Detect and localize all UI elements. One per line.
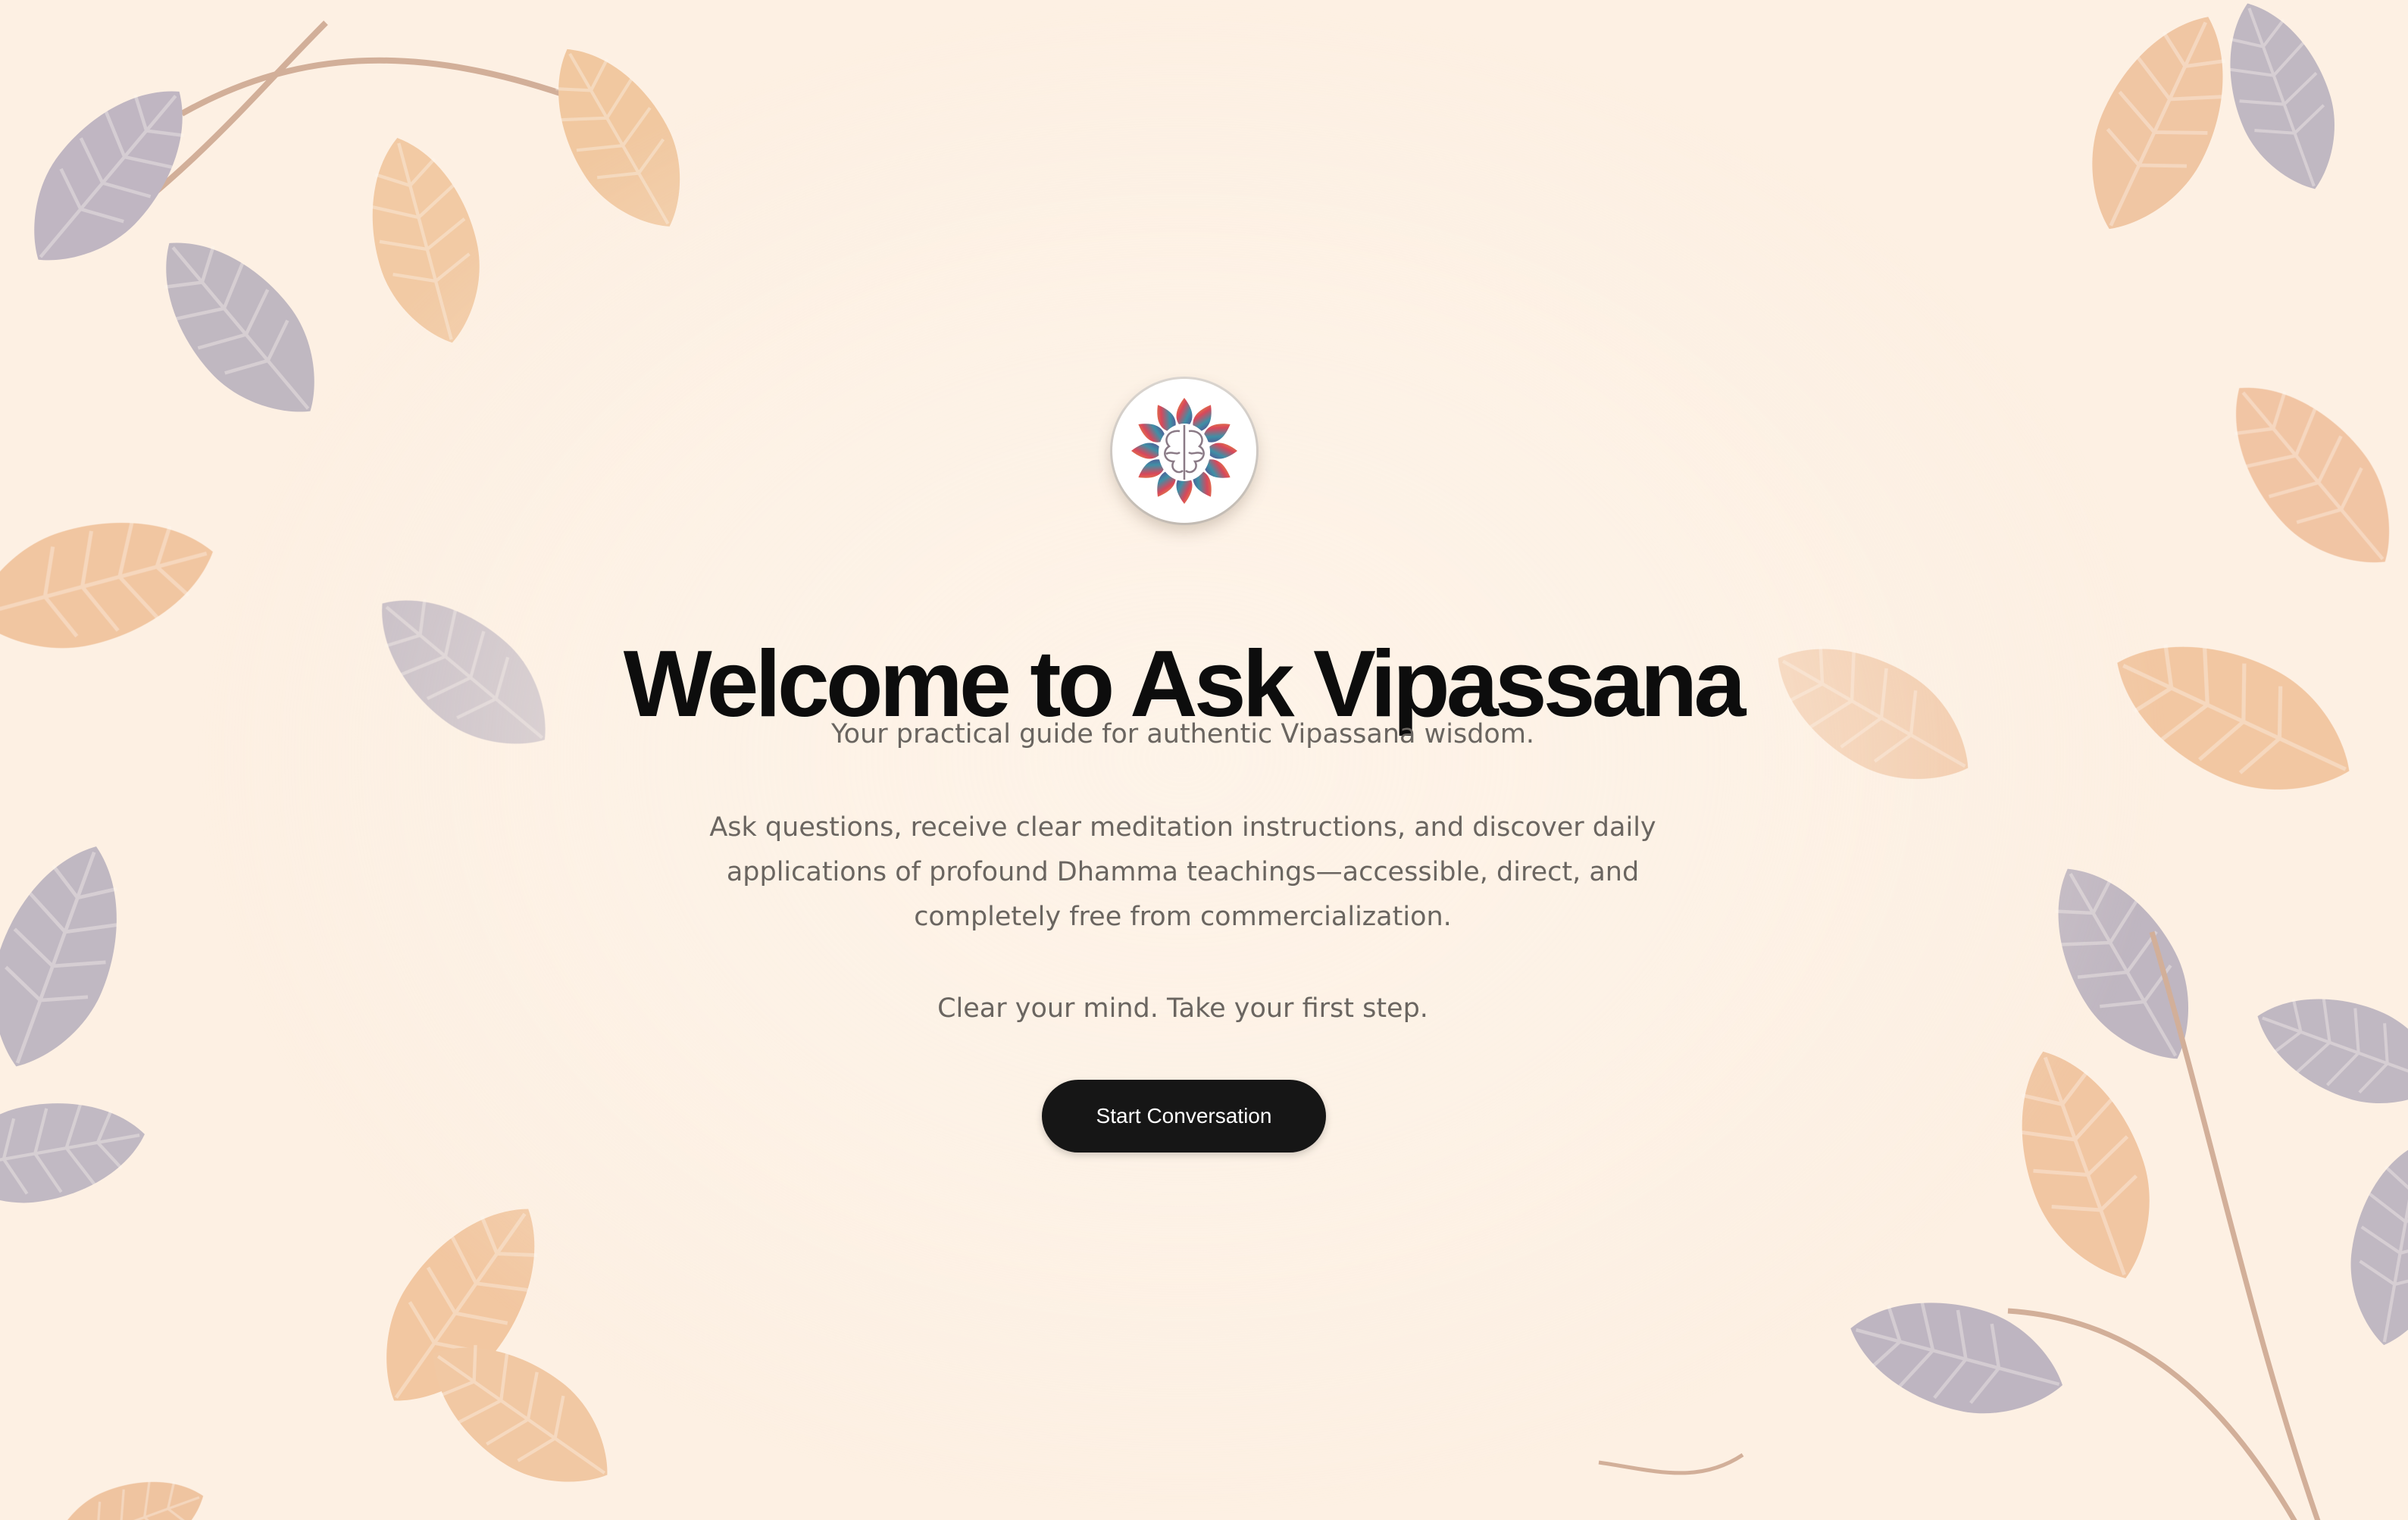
start-conversation-button[interactable]: Start Conversation: [1042, 1080, 1326, 1153]
tagline: Your practical guide for authentic Vipas…: [830, 719, 1535, 749]
call-to-action-text: Clear your mind. Take your first step.: [937, 993, 1428, 1024]
description: Ask questions, receive clear meditation …: [709, 812, 1656, 932]
brain-lotus-logo-icon: [1112, 379, 1256, 523]
hero-section: Welcome to Ask Vipassana Your practical …: [0, 0, 2408, 1520]
